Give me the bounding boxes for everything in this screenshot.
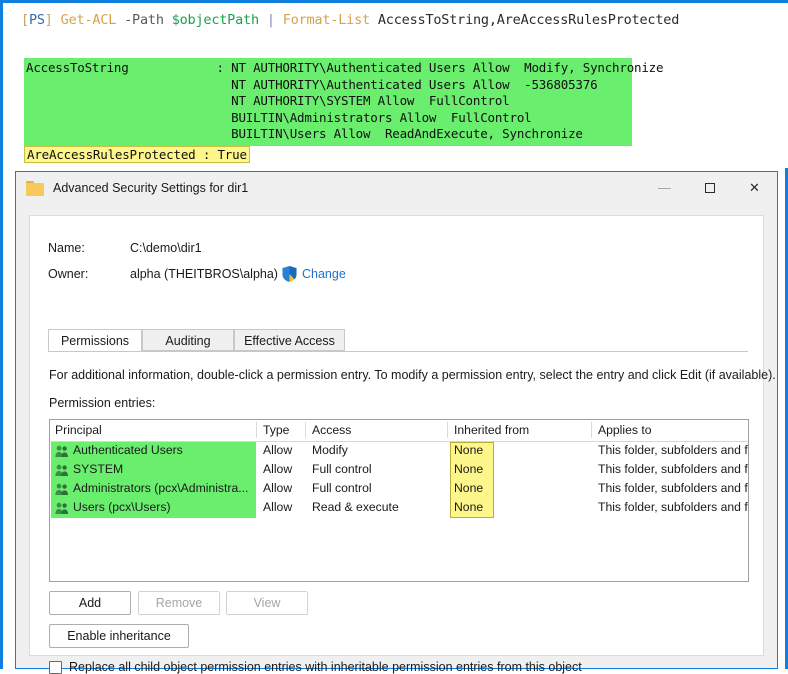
- cell-applies-to: This folder, subfolders and files: [598, 500, 748, 514]
- cell-principal: SYSTEM: [73, 462, 124, 476]
- maximize-button[interactable]: [687, 172, 732, 203]
- format-list-args: AccessToString,AreAccessRulesProtected: [377, 12, 680, 28]
- uac-shield-icon: [282, 266, 297, 282]
- column-header-principal[interactable]: Principal: [55, 423, 102, 437]
- tab-auditing[interactable]: Auditing: [142, 329, 234, 351]
- column-header-applies-to[interactable]: Applies to: [598, 423, 652, 437]
- cell-type: Allow: [263, 500, 293, 514]
- users-group-icon: [55, 464, 68, 476]
- replace-child-permissions-checkbox[interactable]: [49, 660, 62, 674]
- users-group-icon: [55, 483, 68, 495]
- permissions-panel: Name: C:\demo\dir1 Owner: alpha (THEITBR…: [29, 215, 776, 674]
- tab-effective-access[interactable]: Effective Access: [234, 329, 345, 351]
- enable-inheritance-button[interactable]: Enable inheritance: [49, 624, 189, 648]
- users-group-icon: [55, 445, 68, 457]
- owner-value: alpha (THEITBROS\alpha): [130, 267, 278, 281]
- permission-entries-label: Permission entries:: [49, 396, 156, 410]
- minimize-icon: —: [658, 180, 671, 195]
- remove-button[interactable]: Remove: [138, 591, 220, 615]
- tabstrip-underline: [48, 351, 748, 352]
- cell-principal: Users (pcx\Users): [73, 500, 171, 514]
- close-button[interactable]: ✕: [732, 172, 777, 203]
- table-row[interactable]: Administrators (pcx\Administra... Allow …: [50, 480, 748, 499]
- pipe-operator: |: [266, 12, 275, 28]
- replace-child-permissions-row[interactable]: Replace all child object permission entr…: [49, 660, 582, 674]
- name-value: C:\demo\dir1: [130, 241, 202, 255]
- cmdlet-get-acl: Get-ACL: [60, 12, 117, 28]
- cell-access: Full control: [312, 462, 372, 476]
- table-row[interactable]: SYSTEM Allow Full control None This fold…: [50, 461, 748, 480]
- powershell-console: [PS] Get-ACL -Path $objectPath | Format-…: [3, 3, 788, 168]
- screenshot-root: [PS] Get-ACL -Path $objectPath | Format-…: [0, 0, 788, 674]
- prompt-bracket-open: [: [21, 12, 29, 28]
- replace-child-permissions-label: Replace all child object permission entr…: [69, 660, 582, 674]
- cmdlet-format-list: Format-List: [282, 12, 370, 28]
- users-group-icon: [55, 502, 68, 514]
- cell-applies-to: This folder, subfolders and files: [598, 481, 748, 495]
- cell-inherited-from: None: [454, 481, 484, 495]
- column-header-type[interactable]: Type: [263, 423, 289, 437]
- prompt-bracket-close: ]: [44, 12, 53, 28]
- cell-type: Allow: [263, 443, 293, 457]
- cell-inherited-from: None: [454, 500, 484, 514]
- column-header-access[interactable]: Access: [312, 423, 351, 437]
- cell-access: Modify: [312, 443, 348, 457]
- name-label: Name:: [48, 241, 85, 255]
- owner-label: Owner:: [48, 267, 89, 281]
- folder-icon: [26, 180, 44, 196]
- param-path: -Path: [124, 12, 164, 28]
- cell-type: Allow: [263, 462, 293, 476]
- cell-applies-to: This folder, subfolders and files: [598, 462, 748, 476]
- dialog-body: Name: C:\demo\dir1 Owner: alpha (THEITBR…: [16, 204, 777, 674]
- cell-access: Full control: [312, 481, 372, 495]
- are-access-rules-protected-line: AreAccessRulesProtected : True: [24, 146, 250, 163]
- cell-inherited-from: None: [454, 443, 484, 457]
- cell-principal: Administrators (pcx\Administra...: [73, 481, 249, 495]
- table-row[interactable]: Authenticated Users Allow Modify None Th…: [50, 442, 748, 461]
- close-icon: ✕: [749, 180, 760, 195]
- cell-principal: Authenticated Users: [73, 443, 183, 457]
- acl-output-block: AccessToString : NT AUTHORITY\Authentica…: [24, 58, 664, 146]
- cell-type: Allow: [263, 481, 293, 495]
- minimize-button[interactable]: —: [642, 172, 687, 203]
- maximize-icon: [704, 182, 715, 193]
- info-text: For additional information, double-click…: [49, 368, 776, 382]
- cell-access: Read & execute: [312, 500, 399, 514]
- change-owner-link[interactable]: Change: [302, 267, 346, 281]
- tab-permissions[interactable]: Permissions: [48, 329, 142, 352]
- cell-inherited-from: None: [454, 462, 484, 476]
- window-caption-buttons: — ✕: [642, 172, 777, 204]
- table-rows: Authenticated Users Allow Modify None Th…: [50, 442, 748, 518]
- tabstrip: Permissions Auditing Effective Access: [48, 329, 748, 352]
- dialog-titlebar[interactable]: Advanced Security Settings for dir1 — ✕: [16, 172, 777, 204]
- column-header-inherited-from[interactable]: Inherited from: [454, 423, 529, 437]
- variable-objectpath: $objectPath: [171, 12, 259, 28]
- table-header-row: Principal Type Access Inherited from App…: [50, 420, 748, 442]
- prompt-ps-label: PS: [28, 12, 45, 28]
- dialog-title: Advanced Security Settings for dir1: [53, 181, 249, 195]
- add-button[interactable]: Add: [49, 591, 131, 615]
- advanced-security-settings-dialog: Advanced Security Settings for dir1 — ✕ …: [15, 171, 778, 674]
- cell-applies-to: This folder, subfolders and files: [598, 443, 748, 457]
- permission-entries-table[interactable]: Principal Type Access Inherited from App…: [49, 419, 749, 582]
- table-row[interactable]: Users (pcx\Users) Allow Read & execute N…: [50, 499, 748, 518]
- view-button[interactable]: View: [226, 591, 308, 615]
- powershell-command-line: [PS] Get-ACL -Path $objectPath | Format-…: [21, 11, 679, 29]
